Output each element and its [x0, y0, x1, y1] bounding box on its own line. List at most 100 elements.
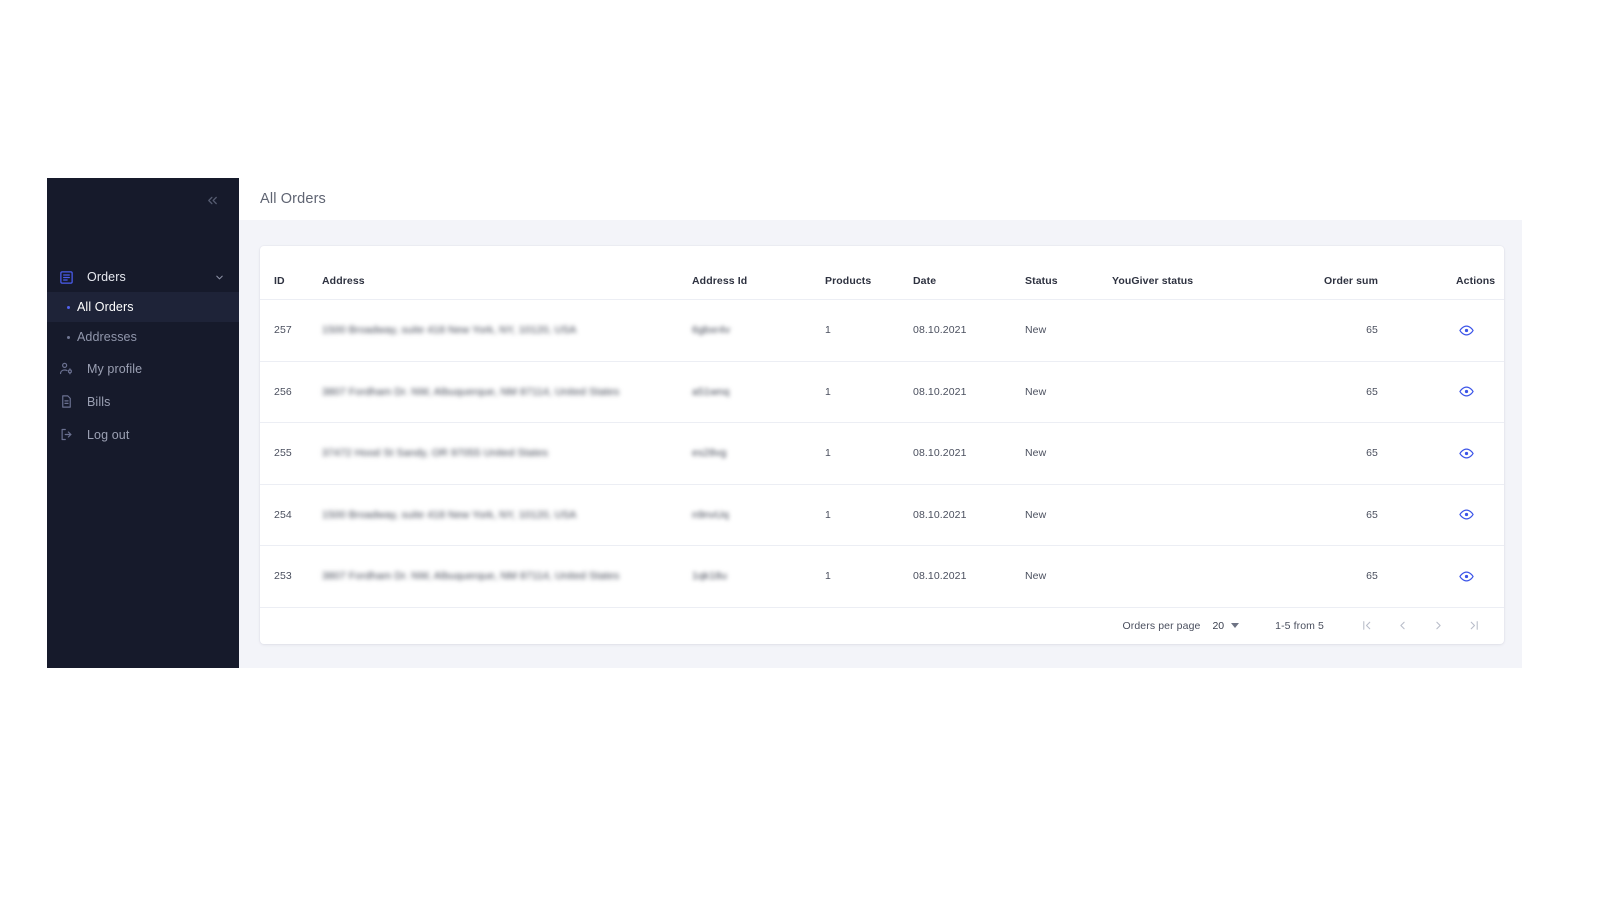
sidebar-header — [47, 178, 239, 222]
chevron-down-icon[interactable] — [214, 272, 225, 283]
cell-address-text: 3807 Fordham Dr. NW, Albuquerque, NM 871… — [322, 570, 620, 583]
cell-id: 254 — [260, 484, 322, 546]
prev-page-icon[interactable] — [1394, 618, 1410, 634]
cell-address-id-text: 1qk18u — [692, 570, 728, 583]
sidebar: Orders All Orders Addresses My profile B… — [47, 178, 239, 668]
pagination-buttons — [1358, 618, 1482, 634]
column-header-address-id[interactable]: Address Id — [692, 246, 825, 300]
cell-address-id-text: n9nvUq — [692, 508, 729, 521]
table-row[interactable]: 256 3807 Fordham Dr. NW, Albuquerque, NM … — [260, 361, 1504, 423]
cell-order-sum: 65 — [1290, 484, 1440, 546]
chevrons-left-icon[interactable] — [201, 189, 223, 211]
sidebar-item-all-orders[interactable]: All Orders — [47, 292, 239, 322]
cell-address-id: 1qk18u — [692, 545, 825, 608]
cell-address-id: 6gbxr4v — [692, 299, 825, 362]
table-row[interactable]: 255 37472 Hood St Sandy, OR 97055 United … — [260, 422, 1504, 485]
eye-icon[interactable] — [1456, 320, 1476, 340]
cell-address-id: es28vg — [692, 422, 825, 485]
cell-id: 255 — [260, 422, 322, 485]
cell-address-text: 1500 Broadway, suite 418 New York, NY, 1… — [322, 324, 577, 337]
top-bar: All Orders — [239, 178, 1522, 220]
column-header-actions: Actions — [1440, 246, 1504, 300]
user-settings-icon — [55, 358, 77, 380]
sidebar-item-log-out-label: Log out — [87, 427, 130, 442]
sidebar-item-bills[interactable]: Bills — [47, 385, 239, 418]
pagination-range: 1-5 from 5 — [1275, 619, 1324, 632]
column-header-yougiver-status[interactable]: YouGiver status — [1112, 246, 1290, 300]
cell-address-id-text: a51wnq — [692, 385, 730, 398]
cell-actions — [1440, 299, 1504, 362]
cell-order-sum: 65 — [1290, 545, 1440, 608]
orders-per-page-value: 20 — [1212, 619, 1225, 632]
document-icon — [55, 391, 77, 413]
cell-status: New — [1025, 484, 1112, 546]
sidebar-item-bills-label: Bills — [87, 394, 111, 409]
cell-address-text: 1500 Broadway, suite 418 New York, NY, 1… — [322, 508, 577, 521]
orders-table-body: 257 1500 Broadway, suite 418 New York, NY… — [260, 299, 1504, 608]
cell-date: 08.10.2021 — [913, 545, 1025, 608]
table-header-row: ID Address Address Id Products Date Stat… — [260, 246, 1504, 300]
orders-per-page-select[interactable]: 20 — [1212, 619, 1240, 632]
sidebar-item-all-orders-label: All Orders — [77, 300, 134, 314]
cell-address-id-text: 6gbxr4v — [692, 324, 731, 337]
cell-yougiver-status — [1112, 361, 1290, 423]
next-page-icon[interactable] — [1430, 618, 1446, 634]
cell-yougiver-status — [1112, 545, 1290, 608]
content-area: ID Address Address Id Products Date Stat… — [239, 220, 1522, 668]
cell-products: 1 — [825, 361, 913, 423]
table-row[interactable]: 253 3807 Fordham Dr. NW, Albuquerque, NM … — [260, 545, 1504, 608]
cell-yougiver-status — [1112, 484, 1290, 546]
first-page-icon[interactable] — [1358, 618, 1374, 634]
column-header-date[interactable]: Date — [913, 246, 1025, 300]
cell-products: 1 — [825, 545, 913, 608]
cell-order-sum: 65 — [1290, 422, 1440, 485]
cell-order-sum: 65 — [1290, 361, 1440, 423]
table-row[interactable]: 254 1500 Broadway, suite 418 New York, NY… — [260, 484, 1504, 546]
cell-actions — [1440, 484, 1504, 546]
cell-address: 3807 Fordham Dr. NW, Albuquerque, NM 871… — [322, 361, 692, 423]
sidebar-item-addresses-label: Addresses — [77, 330, 137, 344]
pagination-bar: Orders per page 20 1-5 from 5 — [260, 608, 1504, 645]
cell-address: 1500 Broadway, suite 418 New York, NY, 1… — [322, 299, 692, 362]
cell-status: New — [1025, 422, 1112, 485]
sidebar-item-my-profile[interactable]: My profile — [47, 352, 239, 385]
orders-table: ID Address Address Id Products Date Stat… — [260, 246, 1504, 608]
column-header-order-sum[interactable]: Order sum — [1290, 246, 1440, 300]
cell-actions — [1440, 361, 1504, 423]
cell-actions — [1440, 422, 1504, 485]
chevron-down-icon — [1231, 623, 1240, 629]
cell-id: 257 — [260, 299, 322, 362]
last-page-icon[interactable] — [1466, 618, 1482, 634]
cell-address-text: 37472 Hood St Sandy, OR 97055 United Sta… — [322, 447, 548, 460]
orders-per-page-label: Orders per page — [1122, 619, 1201, 632]
sidebar-item-orders[interactable]: Orders — [47, 262, 239, 292]
page-title: All Orders — [260, 191, 326, 207]
eye-icon[interactable] — [1456, 443, 1476, 463]
eye-icon[interactable] — [1456, 566, 1476, 586]
cell-address: 1500 Broadway, suite 418 New York, NY, 1… — [322, 484, 692, 546]
table-row[interactable]: 257 1500 Broadway, suite 418 New York, NY… — [260, 299, 1504, 362]
sidebar-nav: Orders All Orders Addresses My profile B… — [47, 262, 239, 451]
cell-id: 256 — [260, 361, 322, 423]
logout-icon — [55, 424, 77, 446]
main-area: All Orders ID Address Address Id Product… — [239, 178, 1522, 668]
column-header-address[interactable]: Address — [322, 246, 692, 300]
cell-yougiver-status — [1112, 422, 1290, 485]
cell-products: 1 — [825, 299, 913, 362]
eye-icon[interactable] — [1456, 505, 1476, 525]
column-header-id[interactable]: ID — [260, 246, 322, 300]
column-header-products[interactable]: Products — [825, 246, 913, 300]
cell-address-id: n9nvUq — [692, 484, 825, 546]
cell-status: New — [1025, 545, 1112, 608]
bullet-icon — [61, 335, 75, 339]
cell-status: New — [1025, 361, 1112, 423]
sidebar-item-orders-label: Orders — [87, 270, 126, 284]
eye-icon[interactable] — [1456, 382, 1476, 402]
orders-card: ID Address Address Id Products Date Stat… — [260, 246, 1504, 644]
cell-id: 253 — [260, 545, 322, 608]
bullet-icon — [61, 305, 75, 309]
sidebar-item-log-out[interactable]: Log out — [47, 418, 239, 451]
sidebar-item-addresses[interactable]: Addresses — [47, 322, 239, 352]
cell-status: New — [1025, 299, 1112, 362]
column-header-status[interactable]: Status — [1025, 246, 1112, 300]
